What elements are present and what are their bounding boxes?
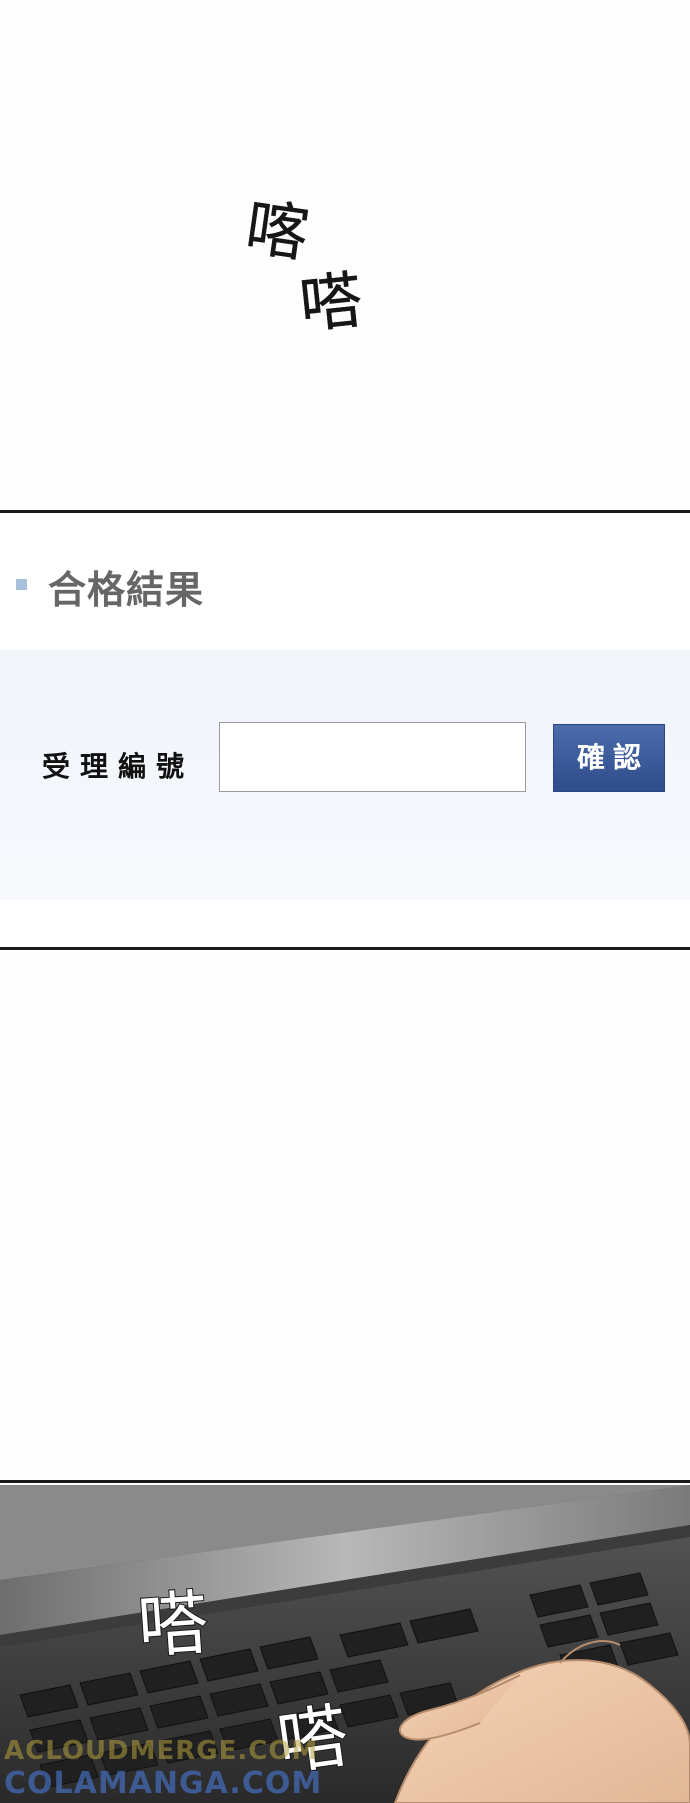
comic-page: 喀 嗒 合格結果 受理編號 確認 嗒 嗒 ACLOUDMERGE.COM COL…: [0, 0, 690, 1803]
form-title: 合格結果: [48, 568, 205, 612]
watermark-acloudmerge: ACLOUDMERGE.COM: [4, 1736, 319, 1766]
panel-sound-effect: [0, 0, 690, 510]
application-number-input[interactable]: [219, 722, 526, 792]
panel-divider: [0, 947, 690, 950]
panel-result-form: 合格結果 受理編號 確認: [0, 513, 690, 947]
sfx-typing-1: 嗒: [134, 1581, 212, 1670]
title-marker: [16, 579, 27, 590]
watermark-colamanga: COLAMANGA.COM: [4, 1766, 323, 1801]
sfx-click-2: 嗒: [296, 262, 366, 343]
panel-blank: [0, 952, 690, 1480]
sfx-click-1: 喀: [241, 190, 313, 271]
application-number-label: 受理編號: [42, 750, 195, 783]
form-area: 受理編號 確認: [0, 650, 690, 900]
panel-divider: [0, 1480, 690, 1483]
confirm-button[interactable]: 確認: [553, 724, 665, 792]
